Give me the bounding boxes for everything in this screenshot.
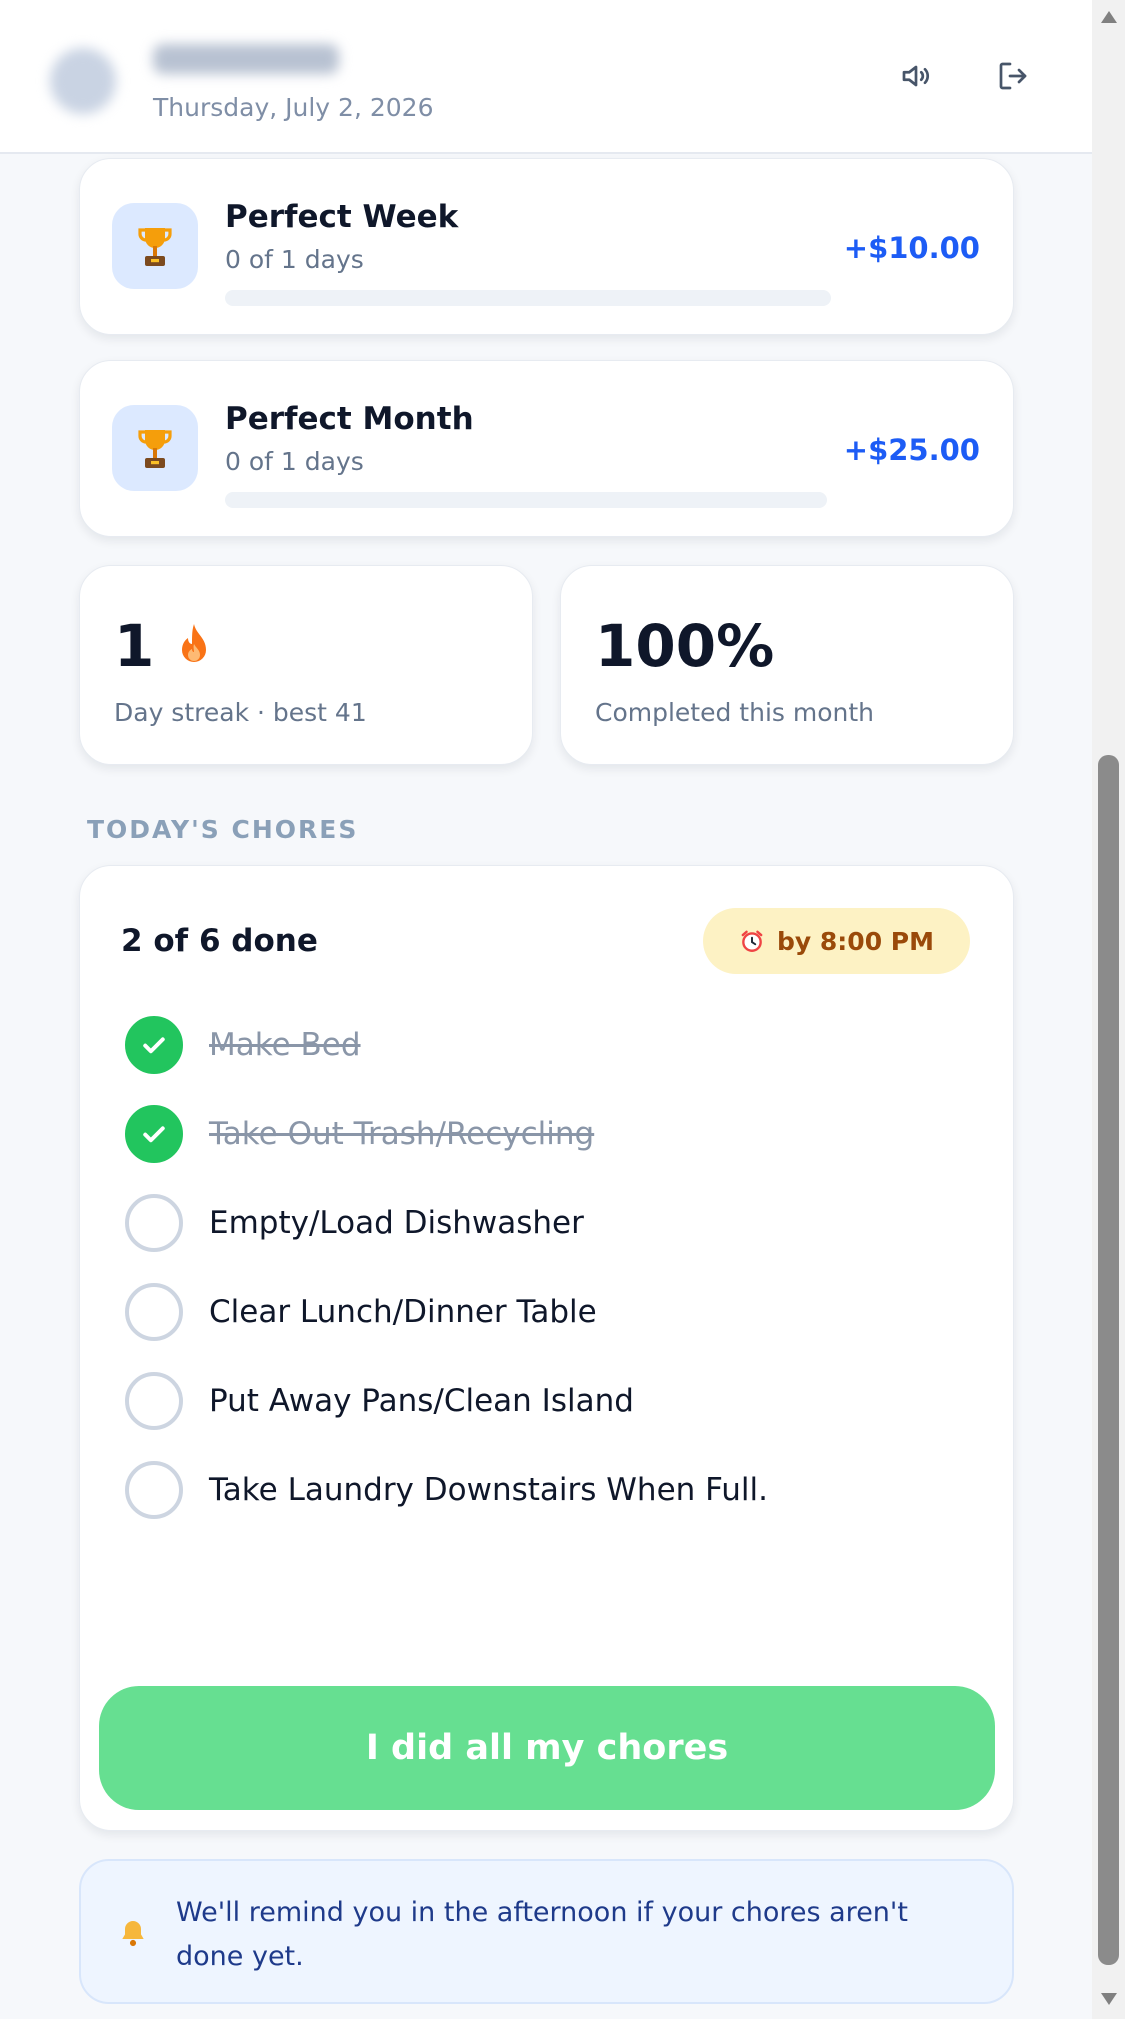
goal-progress-bar bbox=[225, 290, 831, 306]
scrollbar-thumb[interactable] bbox=[1098, 755, 1119, 1965]
chore-label: Take Laundry Downstairs When Full. bbox=[209, 1472, 768, 1508]
chore-label: Take Out Trash/Recycling bbox=[209, 1116, 595, 1152]
streak-label: Day streak · best 41 bbox=[114, 698, 367, 727]
logout-icon[interactable] bbox=[993, 58, 1033, 94]
streak-value: 1 bbox=[114, 612, 155, 680]
goal-reward: +$25.00 bbox=[843, 433, 980, 467]
goal-progress-text: 0 of 1 days bbox=[225, 447, 364, 476]
scrollbar[interactable] bbox=[1092, 0, 1125, 2019]
checkmark-icon bbox=[143, 1037, 165, 1054]
chore-checkbox[interactable] bbox=[125, 1194, 183, 1252]
scroll-down-arrow-icon[interactable] bbox=[1101, 1993, 1117, 2005]
chore-item[interactable]: Take Laundry Downstairs When Full. bbox=[125, 1455, 975, 1525]
goal-title: Perfect Week bbox=[225, 199, 459, 235]
deadline-badge: by 8:00 PM bbox=[703, 908, 970, 974]
page: Thursday, July 2, 2026 Perfect Week 0 of… bbox=[0, 0, 1125, 2019]
chores-card: 2 of 6 done by 8:00 PM Make Bed Take Out… bbox=[79, 865, 1014, 1831]
streak-value-row: 1 bbox=[114, 612, 214, 680]
chore-checkbox[interactable] bbox=[125, 1105, 183, 1163]
bell-icon bbox=[122, 1921, 144, 1947]
chore-label: Make Bed bbox=[209, 1027, 361, 1063]
header-date: Thursday, July 2, 2026 bbox=[153, 93, 434, 122]
chore-checkbox[interactable] bbox=[125, 1016, 183, 1074]
completion-value: 100% bbox=[595, 612, 775, 680]
goal-card-perfect-month: Perfect Month 0 of 1 days +$25.00 bbox=[79, 360, 1014, 537]
checkmark-icon bbox=[143, 1126, 165, 1143]
reminder-text: We'll remind you in the afternoon if you… bbox=[176, 1897, 908, 1972]
deadline-text: by 8:00 PM bbox=[777, 926, 934, 956]
chore-item[interactable]: Put Away Pans/Clean Island bbox=[125, 1366, 975, 1436]
streak-card: 1 Day streak · best 41 bbox=[79, 565, 533, 765]
reminder-banner: We'll remind you in the afternoon if you… bbox=[79, 1859, 1014, 2004]
chore-label: Clear Lunch/Dinner Table bbox=[209, 1294, 597, 1330]
chore-checkbox[interactable] bbox=[125, 1372, 183, 1430]
app-header: Thursday, July 2, 2026 bbox=[0, 0, 1092, 154]
chore-item[interactable]: Clear Lunch/Dinner Table bbox=[125, 1277, 975, 1347]
chore-checkbox[interactable] bbox=[125, 1283, 183, 1341]
goal-card-perfect-week: Perfect Week 0 of 1 days +$10.00 bbox=[79, 158, 1014, 335]
completion-label: Completed this month bbox=[595, 698, 875, 727]
chore-item[interactable]: Take Out Trash/Recycling bbox=[125, 1099, 975, 1169]
chore-label: Put Away Pans/Clean Island bbox=[209, 1383, 634, 1419]
trophy-icon bbox=[112, 405, 198, 491]
scroll-up-arrow-icon[interactable] bbox=[1101, 11, 1117, 23]
section-title: TODAY'S CHORES bbox=[87, 815, 359, 844]
chore-checkbox[interactable] bbox=[125, 1461, 183, 1519]
avatar[interactable] bbox=[50, 48, 116, 114]
chore-item[interactable]: Empty/Load Dishwasher bbox=[125, 1188, 975, 1258]
goal-progress-bar bbox=[225, 492, 827, 508]
fire-icon bbox=[182, 624, 207, 662]
speaker-icon[interactable] bbox=[896, 58, 936, 94]
goal-progress-text: 0 of 1 days bbox=[225, 245, 364, 274]
goal-title: Perfect Month bbox=[225, 401, 474, 437]
goal-reward: +$10.00 bbox=[843, 231, 980, 265]
chore-item[interactable]: Make Bed bbox=[125, 1010, 975, 1080]
chore-label: Empty/Load Dishwasher bbox=[209, 1205, 584, 1241]
user-name-redacted bbox=[153, 44, 339, 74]
completion-card: 100% Completed this month bbox=[560, 565, 1014, 765]
alarm-clock-icon bbox=[741, 930, 763, 952]
all-chores-done-button[interactable]: I did all my chores bbox=[99, 1686, 995, 1810]
trophy-icon bbox=[112, 203, 198, 289]
done-count: 2 of 6 done bbox=[121, 923, 318, 959]
